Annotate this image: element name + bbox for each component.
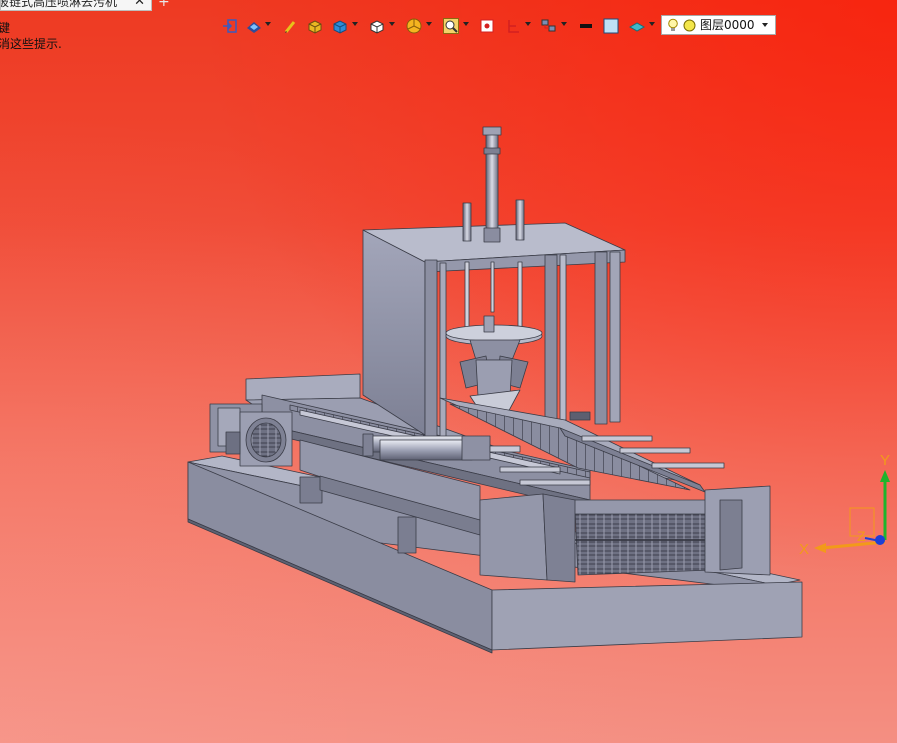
y-axis-label: Y — [880, 452, 890, 469]
z-axis-label: Z — [857, 528, 866, 544]
x-axis-label: X — [799, 541, 809, 558]
coordinate-triad: Y X Z — [799, 452, 890, 558]
chain-conveyor — [439, 397, 771, 583]
model-viewport[interactable]: Y X Z — [0, 0, 897, 743]
